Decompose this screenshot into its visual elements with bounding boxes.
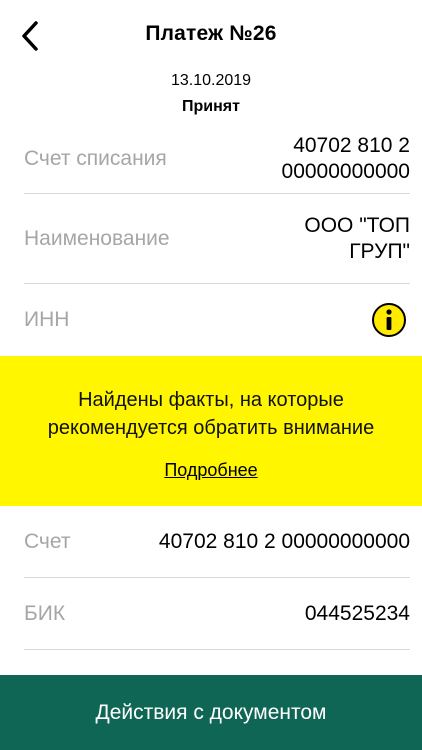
bik-value: 044525234	[304, 601, 410, 625]
recipient-name-value: ООО "ТОП ГРУП"	[304, 213, 410, 265]
recipient-name-label: Наименование	[24, 226, 170, 250]
debit-account-row: Счет списания 40702 810 2 00000000000	[24, 124, 410, 194]
alert-line2: рекомендуется обратить внимание	[47, 417, 375, 439]
payment-status: Принят	[182, 98, 240, 115]
info-icon[interactable]	[372, 303, 406, 337]
inn-row: ИНН	[24, 284, 410, 356]
warning-alert: Найдены факты, на которые рекомендуется …	[0, 356, 422, 506]
bik-label: БИК	[24, 601, 66, 625]
alert-line1: Найдены факты, на которые	[78, 389, 344, 411]
inn-label: ИНН	[24, 308, 70, 331]
recipient-name-row: Наименование ООО "ТОП ГРУП"	[24, 194, 410, 284]
recipient-account-value: 40702 810 2 00000000000	[158, 529, 410, 553]
alert-message: Найдены факты, на которые рекомендуется …	[48, 386, 374, 442]
recipient-account-label: Счет	[24, 529, 71, 553]
debit-account-label: Счет списания	[24, 146, 167, 170]
payment-screen: Платеж №26 13.10.2019 Принят Счет списан…	[0, 0, 422, 750]
payment-date: 13.10.2019	[170, 72, 252, 89]
document-actions-button[interactable]: Действия с документом	[0, 675, 422, 750]
debit-account-value: 40702 810 2 00000000000	[282, 133, 410, 185]
recipient-account-row: Счет 40702 810 2 00000000000	[24, 506, 410, 578]
recipient-name-line2: ГРУП"	[349, 239, 410, 263]
bik-row: БИК 044525234	[24, 578, 410, 650]
recipient-name-line1: ООО "ТОП	[304, 213, 410, 237]
info-glyph	[386, 309, 392, 330]
debit-account-line1: 40702 810 2	[293, 133, 410, 157]
header: Платеж №26	[0, 0, 422, 70]
page-title: Платеж №26	[145, 22, 277, 45]
debit-account-line2: 00000000000	[281, 159, 410, 183]
details-link[interactable]: Подробнее	[164, 460, 257, 481]
